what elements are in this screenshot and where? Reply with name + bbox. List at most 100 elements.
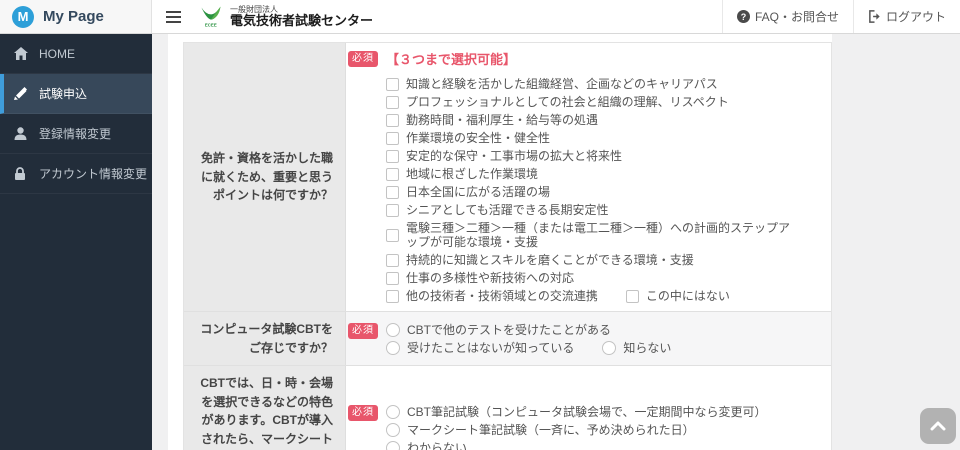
header-links: ? FAQ・お問合せ ログアウト	[721, 0, 960, 33]
checkbox-icon[interactable]	[386, 185, 399, 199]
radio-option[interactable]: 受けたことはないが知っている	[386, 340, 574, 355]
form-row-cbt-preference: CBTでは、日・時・会場を選択できるなどの特色があります。CBTが導入されたら、…	[184, 366, 831, 450]
svg-text:ECEE: ECEE	[205, 22, 217, 27]
form-row-body: CBTで他のテストを受けたことがある 受けたことはないが知っている 知らない	[384, 321, 821, 357]
radio-icon[interactable]	[386, 422, 400, 437]
option-label: マークシート筆記試験（一斉に、予め決められた日）	[407, 422, 695, 437]
sidebar-item-exam-apply[interactable]: 試験申込	[0, 74, 152, 114]
logout-link[interactable]: ログアウト	[852, 0, 960, 33]
checkbox-option[interactable]: 安定的な保守・工事市場の拡大と将来性	[386, 149, 622, 163]
mypage-brand: M My Page	[0, 0, 152, 33]
required-badge: 必須	[348, 322, 378, 339]
option-label: この中にはない	[645, 289, 730, 303]
scroll-top-button[interactable]	[920, 408, 956, 444]
radio-icon[interactable]	[386, 404, 400, 419]
option-label: 電験三種＞二種＞一種（または電工二種＞一種）への計画的ステップアップが可能な環境…	[406, 221, 791, 249]
option-line: 電験三種＞二種＞一種（または電工二種＞一種）への計画的ステップアップが可能な環境…	[384, 219, 821, 251]
lock-icon	[14, 167, 29, 180]
checkbox-option[interactable]: 日本全国に広がる活躍の場	[386, 185, 550, 199]
checkbox-option[interactable]: 知識と経験を活かした組織経営、企画などのキャリアパス	[386, 77, 718, 91]
checkbox-icon[interactable]	[386, 131, 399, 145]
radio-option[interactable]: 知らない	[602, 340, 672, 355]
required-badge: 必須	[348, 404, 378, 421]
checkbox-option[interactable]: プロフェッショナルとしての社会と組織の理解、リスペクト	[386, 95, 729, 109]
required-badge: 必須	[348, 51, 378, 67]
checkbox-icon[interactable]	[625, 289, 639, 303]
option-line: CBT筆記試験（コンピュータ試験会場で、一定期間中なら変更可）	[384, 403, 821, 421]
radio-option[interactable]: わからない	[386, 440, 468, 450]
checkbox-option[interactable]: 電験三種＞二種＞一種（または電工二種＞一種）への計画的ステップアップが可能な環境…	[386, 221, 795, 249]
option-label: 仕事の多様性や新技術への対応	[406, 271, 575, 285]
checkbox-icon[interactable]	[386, 113, 399, 127]
faq-link[interactable]: ? FAQ・お問合せ	[721, 0, 853, 33]
checkbox-option[interactable]: 仕事の多様性や新技術への対応	[386, 271, 574, 285]
sidebar-item-home[interactable]: HOME	[0, 34, 152, 74]
mypage-logo-icon: M	[12, 5, 34, 28]
checkbox-icon[interactable]	[386, 228, 399, 242]
mypage-title: My Page	[43, 8, 104, 25]
form-row-content: 必須 【３つまで選択可能】 知識と経験を活かした組織経営、企画などのキャリアパス プロ…	[346, 43, 831, 311]
radio-icon[interactable]	[386, 340, 400, 355]
option-label: わからない	[407, 440, 468, 450]
option-label: 勤務時間・福利厚生・給与等の処遇	[406, 113, 599, 127]
checkbox-icon[interactable]	[386, 253, 399, 267]
option-line: 作業環境の安全性・健全性安定的な保守・工事市場の拡大と将来性地域に根ざした作業環…	[384, 129, 821, 183]
top-bar: M My Page ECEE 一般財団法人 電気技術者試験センター ? FAQ・…	[0, 0, 960, 34]
radio-icon[interactable]	[602, 340, 617, 355]
checkbox-icon[interactable]	[386, 167, 399, 181]
form-panel: 免許・資格を活かした職に就くため、重要と思うポイントは何ですか？ 必須 【３つまで選…	[168, 34, 832, 450]
option-label: 地域に根ざした作業環境	[406, 167, 539, 181]
question-icon: ?	[736, 10, 750, 23]
option-label: 他の技術者・技術領域との交流連携	[406, 289, 598, 303]
checkbox-option[interactable]: この中にはない	[625, 289, 730, 303]
pencil-icon	[14, 87, 29, 100]
checkbox-option[interactable]: シニアとしても活躍できる長期安定性	[386, 203, 609, 217]
option-label: 日本全国に広がる活躍の場	[406, 185, 551, 199]
checkbox-icon[interactable]	[386, 203, 399, 217]
home-icon	[14, 47, 29, 60]
logout-icon	[869, 10, 880, 23]
radio-option[interactable]: CBT筆記試験（コンピュータ試験会場で、一定期間中なら変更可）	[386, 404, 767, 419]
logout-label: ログアウト	[885, 10, 946, 24]
radio-icon[interactable]	[386, 440, 400, 450]
sidebar-item-account-info[interactable]: アカウント情報変更	[0, 154, 152, 194]
org-logo: ECEE 一般財団法人 電気技術者試験センター	[198, 0, 373, 33]
sidebar-item-label: アカウント情報変更	[39, 167, 148, 181]
form-row-content: 必須 CBT筆記試験（コンピュータ試験会場で、一定期間中なら変更可） マークシート筆…	[346, 366, 831, 450]
checkbox-icon[interactable]	[386, 149, 399, 163]
checkbox-icon[interactable]	[386, 289, 399, 303]
checkbox-icon[interactable]	[386, 271, 399, 285]
radio-icon[interactable]	[386, 322, 400, 337]
form-row-label: CBTでは、日・時・会場を選択できるなどの特色があります。CBTが導入されたら、…	[184, 366, 346, 450]
form-row-inner: 必須 CBTで他のテストを受けたことがある 受けたことはないが知っている 知らない	[348, 321, 821, 357]
option-label: 知らない	[623, 340, 672, 355]
checkbox-option[interactable]: 作業環境の安全性・健全性	[386, 131, 550, 145]
sidebar-item-label: 試験申込	[39, 87, 88, 101]
form-row-inner: 必須 【３つまで選択可能】 知識と経験を活かした組織経営、企画などのキャリアパス プロ…	[348, 49, 821, 305]
survey-form-table: 免許・資格を活かした職に就くため、重要と思うポイントは何ですか？ 必須 【３つまで選…	[183, 42, 832, 450]
checkbox-option[interactable]: 地域に根ざした作業環境	[386, 167, 538, 181]
org-name-label: 電気技術者試験センター	[230, 13, 374, 28]
org-leaf-icon: ECEE	[201, 6, 221, 27]
form-row-inner: 必須 CBT筆記試験（コンピュータ試験会場で、一定期間中なら変更可） マークシート筆…	[348, 403, 821, 450]
checkbox-icon[interactable]	[386, 95, 399, 109]
checkbox-option[interactable]: 勤務時間・福利厚生・給与等の処遇	[386, 113, 598, 127]
radio-option[interactable]: CBTで他のテストを受けたことがある	[386, 322, 611, 337]
option-label: プロフェッショナルとしての社会と組織の理解、リスペクト	[406, 95, 729, 109]
radio-option[interactable]: マークシート筆記試験（一斉に、予め決められた日）	[386, 422, 695, 437]
sidebar-item-label: HOME	[39, 46, 75, 61]
faq-label: FAQ・お問合せ	[754, 10, 839, 24]
option-label: CBT筆記試験（コンピュータ試験会場で、一定期間中なら変更可）	[407, 404, 767, 419]
main-content: 免許・資格を活かした職に就くため、重要と思うポイントは何ですか？ 必須 【３つまで選…	[152, 34, 960, 450]
sidebar-item-registration-info[interactable]: 登録情報変更	[0, 114, 152, 154]
option-line: CBTで他のテストを受けたことがある 受けたことはないが知っている 知らない	[384, 321, 821, 357]
option-line: 持続的に知識とスキルを磨くことができる環境・支援仕事の多様性や新技術への対応	[384, 251, 821, 287]
form-row-important-points: 免許・資格を活かした職に就くため、重要と思うポイントは何ですか？ 必須 【３つまで選…	[184, 43, 831, 312]
menu-icon[interactable]	[152, 0, 194, 33]
checkbox-icon[interactable]	[386, 77, 399, 91]
checkbox-option[interactable]: 他の技術者・技術領域との交流連携	[386, 289, 598, 303]
form-row-label: コンピュータ試験CBTをご存じですか？	[184, 312, 346, 366]
option-line: 日本全国に広がる活躍の場シニアとしても活躍できる長期安定性	[384, 183, 821, 219]
form-row-body: CBT筆記試験（コンピュータ試験会場で、一定期間中なら変更可） マークシート筆記試…	[384, 403, 821, 450]
checkbox-option[interactable]: 持続的に知識とスキルを磨くことができる環境・支援	[386, 253, 694, 267]
